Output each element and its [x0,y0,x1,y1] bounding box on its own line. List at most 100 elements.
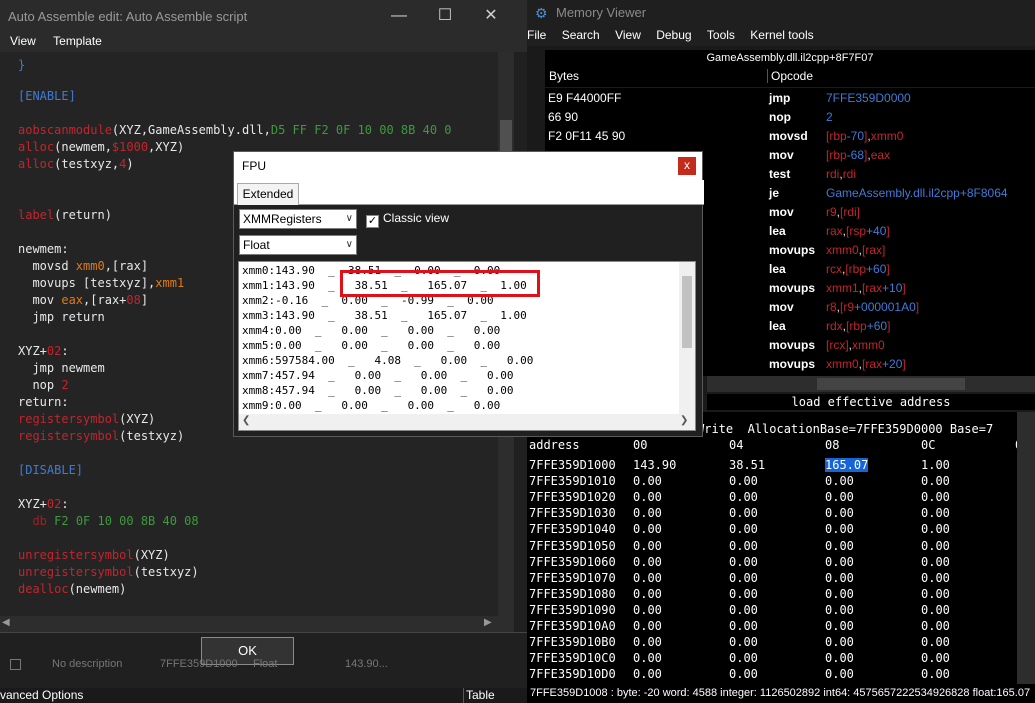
hex-cell-c00[interactable]: 0.00 [633,555,662,569]
hex-row[interactable]: 7FFE359D10900.000.000.000.00.. [529,603,1031,619]
register-horizontal-scrollbar[interactable]: ❮ ❯ [239,414,695,430]
hex-cell-c08[interactable]: 0.00 [825,587,854,601]
hex-cell-addr[interactable]: 7FFE359D1070 [529,571,616,585]
hex-cell-c00[interactable]: 0.00 [633,522,662,536]
hex-cell-c08[interactable]: 165.07 [825,458,869,472]
hex-row[interactable]: 7FFE359D10600.000.000.000.00.. [529,555,1031,571]
scroll-right-icon[interactable]: ❯ [680,415,688,426]
advanced-options-button[interactable]: vanced Options [0,688,83,702]
hex-cell-c04[interactable]: 0.00 [729,539,758,553]
scroll-thumb[interactable] [817,378,965,390]
cheat-table-row[interactable]: No description 7FFE359D1000 Float 143.90… [0,658,527,672]
hex-row[interactable]: 7FFE359D10700.000.000.000.00.. [529,571,1031,587]
scroll-left-icon[interactable]: ❮ [242,415,250,426]
hex-cell-c00[interactable]: 0.00 [633,635,662,649]
menu-search[interactable]: Search [562,26,600,44]
menu-tools[interactable]: Tools [707,26,735,44]
hex-row[interactable]: 7FFE359D10A00.000.000.000.00.. [529,619,1031,635]
register-row[interactable]: xmm6:597584.00 _ 4.08 _ 0.00 _ 0.00 [242,353,533,368]
hex-row[interactable]: 7FFE359D1000143.9038.51165.071.00g [529,458,1029,474]
register-vertical-scrollbar[interactable] [679,262,695,414]
hex-row[interactable]: 7FFE359D10D00.000.000.000.00.. [529,667,1031,683]
hex-cell-c00[interactable]: 143.90 [633,458,676,472]
disasm-row[interactable]: 66 90 nop 2 [545,110,1035,129]
hex-cell-addr[interactable]: 7FFE359D1040 [529,522,616,536]
hex-cell-c04[interactable]: 0.00 [729,587,758,601]
scroll-right-icon[interactable]: ▶ [484,617,492,628]
menu-template[interactable]: Template [53,32,102,50]
hex-cell-c0c[interactable]: 0.00 [921,555,950,569]
hex-row[interactable]: 7FFE359D10C00.000.000.000.00.. [529,651,1031,667]
hex-cell-addr[interactable]: 7FFE359D1060 [529,555,616,569]
hex-cell-c00[interactable]: 0.00 [633,587,662,601]
menu-view-mv[interactable]: View [615,26,641,44]
hex-cell-c08[interactable]: 0.00 [825,490,854,504]
hex-cell-c08[interactable]: 0.00 [825,571,854,585]
hex-cell-c00[interactable]: 0.00 [633,571,662,585]
disasm-row[interactable]: E9 F44000FF jmp 7FFE359D0000 [545,91,1035,110]
hex-cell-c08[interactable]: 0.00 [825,619,854,633]
register-row[interactable]: xmm9:0.00 _ 0.00 _ 0.00 _ 0.00 [242,398,500,413]
hex-cell-addr[interactable]: 7FFE359D10C0 [529,651,616,665]
hex-cell-c00[interactable]: 0.00 [633,619,662,633]
hex-cell-c0c[interactable]: 0.00 [921,506,950,520]
hex-cell-c04[interactable]: 38.51 [729,458,765,472]
hex-cell-c00[interactable]: 0.00 [633,490,662,504]
hex-cell-c08[interactable]: 0.00 [825,667,854,681]
hex-cell-c08[interactable]: 0.00 [825,635,854,649]
column-bytes[interactable]: Bytes [549,69,579,83]
table-extras-button[interactable]: Table Extras [463,688,527,703]
hex-vertical-scrollbar[interactable] [1017,412,1035,684]
hex-cell-c04[interactable]: 0.00 [729,603,758,617]
close-icon[interactable]: ✕ [468,0,514,32]
hex-cell-c04[interactable]: 0.00 [729,506,758,520]
hex-cell-c04[interactable]: 0.00 [729,651,758,665]
hex-row[interactable]: 7FFE359D10800.000.000.000.00.. [529,587,1031,603]
aa-titlebar[interactable]: Auto Assemble edit: Auto Assemble script… [0,0,527,32]
hex-cell-c0c[interactable]: 0.00 [921,490,950,504]
hex-cell-c0c[interactable]: 0.00 [921,571,950,585]
hex-row[interactable]: 7FFE359D10500.000.000.000.00.. [529,539,1031,555]
hex-cell-c04[interactable]: 0.00 [729,522,758,536]
hex-cell-c08[interactable]: 0.00 [825,539,854,553]
hex-cell-c0c[interactable]: 0.00 [921,651,950,665]
tab-extended[interactable]: Extended [237,183,299,205]
active-checkbox[interactable] [10,659,21,670]
hex-cell-c0c[interactable]: 0.00 [921,667,950,681]
column-opcode[interactable]: Opcode [767,69,813,83]
hex-cell-addr[interactable]: 7FFE359D1080 [529,587,616,601]
hex-cell-addr[interactable]: 7FFE359D1020 [529,490,616,504]
hex-cell-c08[interactable]: 0.00 [825,506,854,520]
hex-cell-c08[interactable]: 0.00 [825,522,854,536]
hex-row[interactable]: 7FFE359D10200.000.000.000.00.. [529,490,1031,506]
hex-cell-addr[interactable]: 7FFE359D1090 [529,603,616,617]
minimize-icon[interactable]: — [376,0,422,32]
register-row[interactable]: xmm4:0.00 _ 0.00 _ 0.00 _ 0.00 [242,323,500,338]
fpu-titlebar[interactable]: FPU x [234,152,702,180]
hex-cell-c00[interactable]: 0.00 [633,506,662,520]
hex-row[interactable]: 7FFE359D10400.000.000.000.00.. [529,522,1031,538]
hex-cell-c0c[interactable]: 0.00 [921,619,950,633]
hex-row[interactable]: 7FFE359D10100.000.000.000.00.. [529,474,1031,490]
hex-cell-c08[interactable]: 0.00 [825,555,854,569]
hex-cell-addr[interactable]: 7FFE359D10A0 [529,619,616,633]
scroll-thumb[interactable] [682,276,692,348]
disasm-row[interactable]: F2 0F11 45 90 movsd [rbp-70],xmm0 [545,129,1035,148]
hex-cell-addr[interactable]: 7FFE359D10B0 [529,635,616,649]
hex-cell-c0c[interactable]: 0.00 [921,539,950,553]
disassembler-horizontal-scrollbar[interactable] [707,376,1035,392]
classic-view-checkbox[interactable]: ✓ Classic view [366,211,449,228]
register-row[interactable]: xmm3:143.90 _ 38.51 _ 165.07 _ 1.00 [242,308,527,323]
hex-cell-c00[interactable]: 0.00 [633,474,662,488]
hex-cell-c0c[interactable]: 1.00 [921,458,950,472]
hex-cell-c00[interactable]: 0.00 [633,651,662,665]
menu-file[interactable]: File [527,26,546,44]
hex-cell-c08[interactable]: 0.00 [825,474,854,488]
hex-cell-c04[interactable]: 0.00 [729,635,758,649]
hex-cell-c0c[interactable]: 0.00 [921,635,950,649]
hex-cell-addr[interactable]: 7FFE359D1030 [529,506,616,520]
register-row[interactable]: xmm5:0.00 _ 0.00 _ 0.00 _ 0.00 [242,338,500,353]
hex-cell-addr[interactable]: 7FFE359D1010 [529,474,616,488]
hex-view[interactable]: Write AllocationBase=7FFE359D0000 Base=7… [527,412,1035,684]
hex-row[interactable]: 7FFE359D10300.000.000.000.00.. [529,506,1031,522]
